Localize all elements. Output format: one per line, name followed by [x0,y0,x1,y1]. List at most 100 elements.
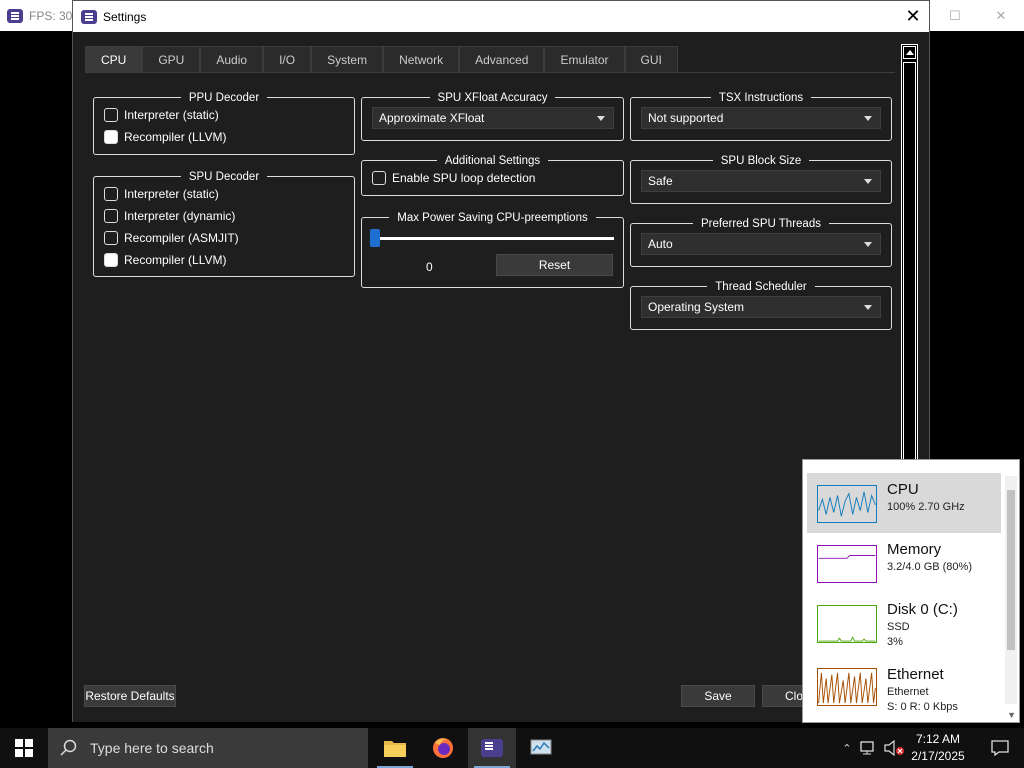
perf-item-cpu[interactable]: CPU 100% 2.70 GHz [807,473,1001,533]
scroll-down-icon[interactable]: ▼ [1007,710,1016,720]
search-icon [60,739,77,756]
tab-system[interactable]: System [311,46,384,72]
spu-xfloat-dropdown[interactable]: Approximate XFloat [372,107,614,129]
ppu-decoder-group: PPU Decoder Interpreter (static) Recompi… [93,92,355,155]
perf-item-ethernet[interactable]: Ethernet Ethernet S: 0 R: 0 Kbps [807,660,1001,720]
task-manager-taskbar-button[interactable] [517,728,565,768]
taskbar-search-box[interactable]: Type here to search [48,728,368,768]
spu-option-recompiler-asmjit[interactable]: Recompiler (ASMJIT) [104,231,239,245]
tab-bar: CPU GPU Audio I/O System Network Advance… [85,46,678,72]
perf-scrollbar[interactable] [1005,476,1017,704]
tab-emulator[interactable]: Emulator [544,46,625,72]
notification-icon [991,740,1009,756]
task-manager-icon [530,739,552,755]
reset-button[interactable]: Reset [496,254,613,276]
thread-scheduler-dropdown[interactable]: Operating System [641,296,881,318]
disk-graph [817,605,877,643]
taskbar-clock[interactable]: 7:12 AM 2/17/2025 [902,731,974,765]
cpu-tab-pane: PPU Decoder Interpreter (static) Recompi… [85,72,895,662]
spu-option-interpreter-dynamic[interactable]: Interpreter (dynamic) [104,209,235,223]
network-icon[interactable] [860,740,878,756]
tab-advanced[interactable]: Advanced [459,46,545,72]
rpcs3-icon [7,8,23,23]
performance-summary-widget: CPU 100% 2.70 GHz Memory 3.2/4.0 GB (80%… [802,459,1020,723]
start-button[interactable] [0,728,48,768]
tab-io[interactable]: I/O [263,46,312,72]
settings-title: Settings [103,9,147,24]
spu-option-recompiler-llvm[interactable]: Recompiler (LLVM) [104,253,226,267]
perf-item-detail: SSD [887,621,910,633]
checkbox[interactable] [372,171,386,185]
radio-box[interactable] [104,108,118,122]
maximize-icon[interactable]: ☐ [932,0,978,31]
spu-option-interpreter-static[interactable]: Interpreter (static) [104,187,219,201]
perf-item-memory[interactable]: Memory 3.2/4.0 GB (80%) [807,533,1001,593]
scroll-up-icon[interactable] [903,46,916,59]
tab-gpu[interactable]: GPU [142,46,201,72]
spu-xfloat-group: SPU XFloat Accuracy Approximate XFloat [361,92,624,141]
search-placeholder: Type here to search [90,740,214,756]
chevron-down-icon [597,116,605,121]
spu-decoder-group: SPU Decoder Interpreter (static) Interpr… [93,171,355,277]
rpcs3-taskbar-button[interactable] [468,728,516,768]
system-tray: ⌃ [838,728,906,768]
close-icon[interactable]: ✕ [978,0,1024,31]
radio-box-checked[interactable] [104,130,118,144]
option-label: Recompiler (LLVM) [124,253,227,267]
spu-block-size-title: SPU Block Size [712,155,810,167]
scrollbar-thumb[interactable] [903,62,916,462]
settings-titlebar[interactable]: Settings ✕ [73,1,929,32]
ethernet-graph [817,668,877,706]
ppu-option-interpreter-static[interactable]: Interpreter (static) [104,108,219,122]
tsx-title: TSX Instructions [710,92,812,104]
option-label: Recompiler (ASMJIT) [124,231,239,245]
additional-settings-title: Additional Settings [436,155,549,167]
power-saving-slider[interactable] [374,237,614,240]
tsx-dropdown[interactable]: Not supported [641,107,881,129]
slider-handle[interactable] [370,229,380,247]
ppu-option-recompiler-llvm[interactable]: Recompiler (LLVM) [104,130,226,144]
spu-block-size-group: SPU Block Size Safe [630,155,892,204]
tab-gui[interactable]: GUI [624,46,678,72]
additional-settings-group: Additional Settings Enable SPU loop dete… [361,155,624,196]
chevron-down-icon [864,305,872,310]
tab-network[interactable]: Network [383,46,460,72]
save-button[interactable]: Save [681,685,755,707]
close-button[interactable]: Clo [762,685,806,707]
dropdown-value: Operating System [648,300,745,314]
spu-decoder-title: SPU Decoder [180,171,268,183]
cpu-graph [817,485,877,523]
spu-loop-detection-option[interactable]: Enable SPU loop detection [372,171,535,185]
restore-defaults-button[interactable]: Restore Defaults [84,685,176,707]
tab-audio[interactable]: Audio [200,46,264,72]
file-explorer-taskbar-button[interactable] [371,728,419,768]
perf-item-name: Disk 0 (C:) [887,601,958,618]
spu-xfloat-title: SPU XFloat Accuracy [429,92,556,104]
radio-box-checked[interactable] [104,253,118,267]
folder-icon [384,741,406,757]
option-label: Enable SPU loop detection [392,171,536,185]
chevron-up-icon[interactable]: ⌃ [838,742,856,755]
spu-threads-dropdown[interactable]: Auto [641,233,881,255]
option-label: Interpreter (static) [124,108,219,122]
spu-block-size-dropdown[interactable]: Safe [641,170,881,192]
taskbar: Type here to search ⌃ 7:12 AM 2/17/2025 [0,728,1024,768]
action-center-button[interactable] [976,728,1024,768]
perf-item-disk[interactable]: Disk 0 (C:) SSD 3% [807,593,1001,653]
close-icon[interactable]: ✕ [897,1,929,32]
dropdown-value: Approximate XFloat [379,111,485,125]
radio-box[interactable] [104,187,118,201]
radio-box[interactable] [104,209,118,223]
vertical-scrollbar[interactable] [901,44,918,464]
perf-item-name: Ethernet [887,666,944,683]
tab-cpu[interactable]: CPU [85,46,143,72]
firefox-taskbar-button[interactable] [419,728,467,768]
rpcs3-icon [481,739,503,757]
radio-box[interactable] [104,231,118,245]
thread-scheduler-group: Thread Scheduler Operating System [630,281,892,330]
perf-item-detail-2: S: 0 R: 0 Kbps [887,701,958,713]
perf-item-detail: Ethernet [887,686,929,698]
perf-item-detail: 100% 2.70 GHz [887,501,965,513]
scrollbar-thumb[interactable] [1007,490,1015,650]
windows-logo-icon [15,739,33,757]
